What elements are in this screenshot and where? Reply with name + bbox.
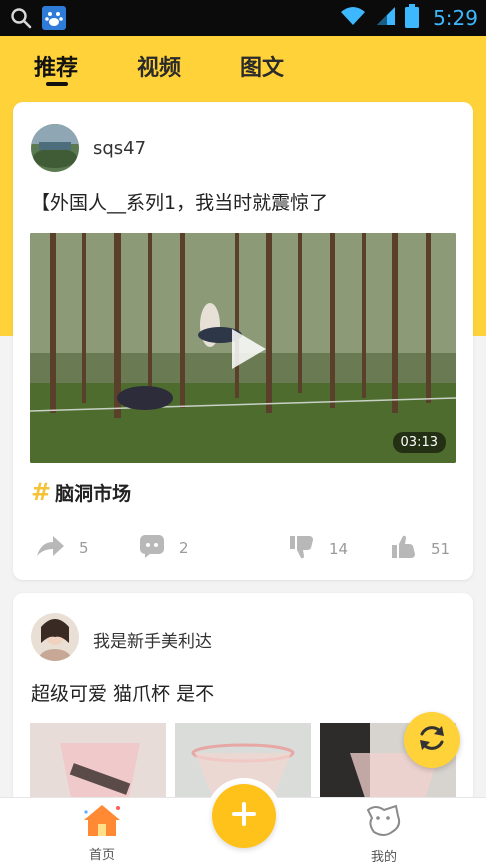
post-title[interactable]: 超级可爱 猫爪杯 是不 xyxy=(31,679,214,706)
active-tab-indicator xyxy=(46,82,68,86)
refresh-button[interactable] xyxy=(404,712,460,768)
nav-home[interactable]: 首页 xyxy=(62,802,142,863)
nav-mine-label: 我的 xyxy=(370,850,397,865)
share-button[interactable]: 5 xyxy=(35,534,89,562)
baidu-app-icon xyxy=(42,6,66,34)
comment-icon xyxy=(139,534,165,562)
topic-tag[interactable]: # 脑洞市场 xyxy=(31,478,131,506)
status-time: 5:29 xyxy=(433,6,478,30)
like-button[interactable]: 51 xyxy=(391,534,450,564)
plus-icon xyxy=(229,799,259,833)
post-username[interactable]: sqs47 xyxy=(93,138,146,159)
status-bar: 5:29 xyxy=(0,0,486,36)
post-username[interactable]: 我是新手美利达 xyxy=(93,627,212,652)
add-post-button[interactable] xyxy=(212,784,276,848)
signal-icon xyxy=(375,5,397,31)
thumbs-down-icon xyxy=(289,534,315,564)
nav-home-label: 首页 xyxy=(88,848,115,863)
topic-label: 脑洞市场 xyxy=(55,482,132,505)
video-duration: 03:13 xyxy=(392,432,446,453)
avatar[interactable] xyxy=(31,124,79,172)
tab-image-text[interactable]: 图文 xyxy=(240,50,284,82)
comment-count: 2 xyxy=(179,539,189,557)
avatar[interactable] xyxy=(31,613,79,661)
video-player[interactable]: 03:13 xyxy=(30,233,456,463)
post-card[interactable]: sqs47 【外国人__系列1，我当时就震惊了 03:13 # 脑洞市场 5 2… xyxy=(13,102,473,580)
profile-icon xyxy=(362,804,406,844)
tab-video[interactable]: 视频 xyxy=(137,50,181,82)
share-icon xyxy=(35,534,65,562)
top-tab-bar: 推荐 视频 图文 xyxy=(0,36,486,102)
dislike-count: 14 xyxy=(329,540,349,558)
like-count: 51 xyxy=(431,540,451,558)
search-icon xyxy=(10,7,32,33)
play-icon[interactable] xyxy=(220,323,272,375)
thumbs-up-icon xyxy=(391,534,417,564)
wifi-icon xyxy=(339,5,367,31)
share-count: 5 xyxy=(79,539,89,557)
home-icon xyxy=(80,805,124,842)
post-title[interactable]: 【外国人__系列1，我当时就震惊了 xyxy=(31,188,328,215)
refresh-icon xyxy=(416,722,448,758)
dislike-button[interactable]: 14 xyxy=(289,534,348,564)
battery-icon xyxy=(405,4,420,32)
nav-mine[interactable]: 我的 xyxy=(344,802,424,865)
comment-button[interactable]: 2 xyxy=(139,534,189,562)
tab-recommend[interactable]: 推荐 xyxy=(34,50,78,82)
hashtag-icon: # xyxy=(31,478,52,506)
